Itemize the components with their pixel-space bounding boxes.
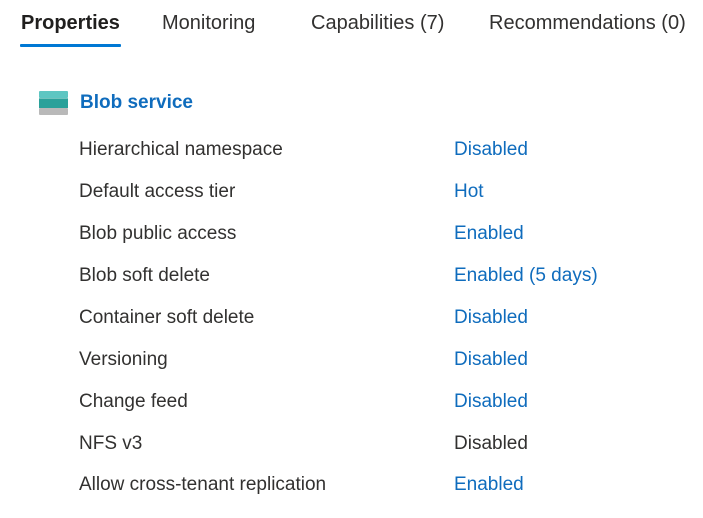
section-title[interactable]: Blob service bbox=[80, 91, 193, 115]
property-row-blob-public-access: Blob public access Enabled bbox=[79, 221, 679, 247]
property-value-link[interactable]: Enabled (5 days) bbox=[454, 263, 598, 289]
tab-monitoring[interactable]: Monitoring bbox=[162, 10, 255, 36]
tab-capabilities[interactable]: Capabilities (7) bbox=[311, 10, 444, 36]
property-value: Disabled bbox=[454, 433, 528, 454]
property-label: Allow cross-tenant replication bbox=[79, 474, 327, 495]
property-value-link[interactable]: Disabled bbox=[454, 137, 528, 163]
tab-properties[interactable]: Properties bbox=[21, 10, 120, 36]
property-row-hierarchical-namespace: Hierarchical namespace Disabled bbox=[79, 137, 679, 163]
property-value-link[interactable]: Enabled bbox=[454, 221, 524, 247]
property-row-versioning: Versioning Disabled bbox=[79, 347, 679, 373]
blob-service-section-header: Blob service bbox=[39, 90, 193, 116]
property-label: Versioning bbox=[79, 349, 168, 370]
property-row-blob-soft-delete: Blob soft delete Enabled (5 days) bbox=[79, 263, 679, 289]
tab-bar: Properties Monitoring Capabilities (7) R… bbox=[0, 0, 703, 50]
property-value-link[interactable]: Hot bbox=[454, 179, 484, 205]
property-label: Container soft delete bbox=[79, 307, 255, 328]
property-row-default-access-tier: Default access tier Hot bbox=[79, 179, 679, 205]
property-value-link[interactable]: Enabled bbox=[454, 472, 524, 498]
property-row-cross-tenant-replication: Allow cross-tenant replication Enabled bbox=[79, 472, 679, 498]
property-label: Blob public access bbox=[79, 223, 237, 244]
property-value-link[interactable]: Disabled bbox=[454, 389, 528, 415]
property-label: NFS v3 bbox=[79, 433, 143, 454]
property-value-link[interactable]: Disabled bbox=[454, 305, 528, 331]
property-label: Hierarchical namespace bbox=[79, 139, 283, 160]
property-row-container-soft-delete: Container soft delete Disabled bbox=[79, 305, 679, 331]
property-label: Default access tier bbox=[79, 181, 236, 202]
property-row-change-feed: Change feed Disabled bbox=[79, 389, 679, 415]
property-value-link[interactable]: Disabled bbox=[454, 347, 528, 373]
property-row-nfs-v3: NFS v3 Disabled bbox=[79, 431, 679, 457]
storage-container-icon bbox=[39, 91, 68, 115]
property-label: Change feed bbox=[79, 391, 188, 412]
active-tab-indicator bbox=[20, 44, 121, 47]
tab-recommendations[interactable]: Recommendations (0) bbox=[489, 10, 686, 36]
property-label: Blob soft delete bbox=[79, 265, 210, 286]
